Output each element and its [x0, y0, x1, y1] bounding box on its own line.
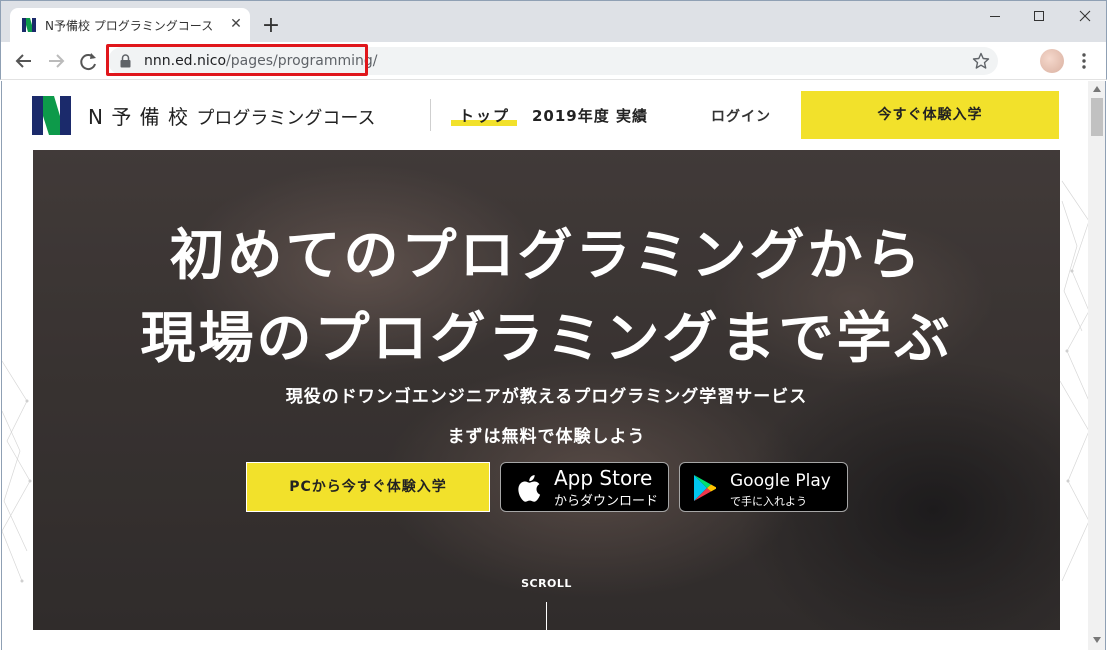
browser-tabstrip: N予備校 プログラミングコース ✕ +	[0, 0, 1107, 43]
logo-subtitle: プログラミングコース	[196, 108, 376, 129]
nav-top-link[interactable]: トップ	[459, 105, 510, 126]
profile-avatar[interactable]	[1040, 49, 1064, 73]
back-arrow-icon[interactable]	[12, 50, 36, 72]
scroll-indicator-label: SCROLL	[521, 577, 572, 590]
page-viewport: N 予 備 校 プログラミングコース トップ 2019年度 実績 ログイン 今す…	[1, 81, 1088, 650]
site-header: N 予 備 校 プログラミングコース トップ 2019年度 実績 ログイン 今す…	[2, 81, 1088, 150]
scroll-indicator-line	[546, 602, 547, 630]
hero-subtitle-2: まずは無料で体験しよう	[447, 427, 646, 447]
hero-title-line1: 初めてのプログラミングから	[169, 223, 924, 287]
nav-top-label: トップ	[459, 107, 511, 125]
google-play-button[interactable]: Google Play で手に入れよう	[679, 462, 848, 512]
apple-logo-icon	[518, 475, 541, 502]
pc-trial-button[interactable]: PCから今すぐ体験入学	[246, 462, 490, 512]
google-play-icon	[694, 475, 716, 501]
app-store-button[interactable]: App Store からダウンロード	[500, 462, 669, 512]
url-highlight-annotation	[106, 44, 368, 76]
bookmark-star-icon[interactable]	[972, 52, 990, 70]
google-play-sublabel: で手に入れよう	[730, 495, 807, 508]
google-play-label: Google Play	[730, 471, 831, 491]
tab-title: N予備校 プログラミングコース	[45, 19, 214, 33]
logo-brand: N 予 備 校	[88, 105, 190, 129]
scrollbar-thumb[interactable]	[1091, 98, 1103, 136]
site-logo-text[interactable]: N 予 備 校 プログラミングコース	[88, 101, 376, 130]
nav-results-link[interactable]: 2019年度 実績	[532, 105, 648, 126]
forward-arrow-icon[interactable]	[44, 50, 68, 72]
n-yobiko-favicon-icon	[22, 18, 36, 32]
window-close-icon[interactable]	[1070, 4, 1100, 28]
reload-icon[interactable]	[77, 50, 101, 72]
page-scrollbar[interactable]	[1088, 81, 1106, 650]
scroll-up-arrow-icon[interactable]	[1093, 86, 1101, 92]
login-link[interactable]: ログイン	[711, 106, 771, 126]
trial-signup-button[interactable]: 今すぐ体験入学	[801, 91, 1059, 139]
browser-menu-icon[interactable]	[1077, 50, 1091, 72]
maximize-icon[interactable]	[1024, 4, 1054, 28]
header-divider	[430, 99, 431, 131]
new-tab-icon[interactable]: +	[260, 15, 282, 37]
app-store-sublabel: からダウンロード	[554, 494, 659, 509]
app-store-label: App Store	[554, 466, 653, 490]
tab-close-icon[interactable]: ✕	[228, 16, 244, 32]
hero-section: 初めてのプログラミングから 現場のプログラミングまで学ぶ 現役のドワンゴエンジニ…	[33, 150, 1060, 630]
hero-title-line2: 現場のプログラミングまで学ぶ	[140, 306, 953, 370]
n-yobiko-logo-icon[interactable]	[32, 96, 71, 135]
minimize-icon[interactable]	[980, 4, 1010, 28]
browser-tab[interactable]: N予備校 プログラミングコース ✕	[10, 8, 250, 43]
hero-subtitle: 現役のドワンゴエンジニアが教えるプログラミング学習サービス	[285, 387, 808, 407]
scroll-down-arrow-icon[interactable]	[1093, 637, 1101, 643]
